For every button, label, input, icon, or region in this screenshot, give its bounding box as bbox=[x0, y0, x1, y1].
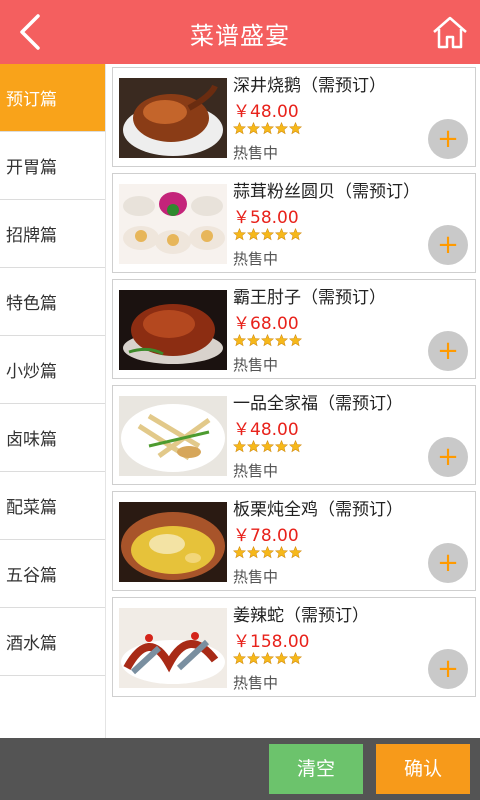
chestnut-chicken-photo bbox=[119, 502, 227, 582]
plus-icon[interactable]: + bbox=[428, 225, 468, 265]
rating-stars bbox=[233, 440, 302, 456]
dish-card[interactable]: 板栗炖全鸡（需预订） ￥78.00 热售中 + bbox=[112, 491, 476, 591]
dish-card[interactable]: 蒜茸粉丝圆贝（需预订） ￥58.00 热售中 + bbox=[112, 173, 476, 273]
plus-icon[interactable]: + bbox=[428, 543, 468, 583]
plus-icon[interactable]: + bbox=[428, 649, 468, 689]
star-icon bbox=[261, 122, 274, 135]
dish-price: ￥68.00 bbox=[233, 314, 299, 334]
star-icon bbox=[261, 546, 274, 559]
rating-stars bbox=[233, 546, 302, 562]
star-icon bbox=[247, 228, 260, 241]
star-icon bbox=[247, 440, 260, 453]
dish-card[interactable]: 一品全家福（需预订） ￥48.00 热售中 + bbox=[112, 385, 476, 485]
dish-name: 霸王肘子（需预订） bbox=[233, 288, 386, 308]
star-icon bbox=[261, 334, 274, 347]
plus-icon[interactable]: + bbox=[428, 119, 468, 159]
rating-stars bbox=[233, 652, 302, 668]
star-icon bbox=[261, 440, 274, 453]
sidebar-item[interactable]: 五谷篇 bbox=[0, 540, 105, 608]
rating-stars bbox=[233, 122, 302, 138]
page-title: 菜谱盛宴 bbox=[190, 22, 290, 50]
dish-name: 板栗炖全鸡（需预订） bbox=[233, 500, 403, 520]
sidebar-item-label: 预订篇 bbox=[6, 90, 57, 110]
pork-knuckle-photo bbox=[119, 290, 227, 370]
scallops-photo bbox=[119, 184, 227, 264]
star-icon bbox=[275, 652, 288, 665]
ginger-snake-photo bbox=[119, 608, 227, 688]
sidebar-item[interactable]: 配菜篇 bbox=[0, 472, 105, 540]
star-icon bbox=[247, 334, 260, 347]
rating-stars bbox=[233, 228, 302, 244]
rating-stars bbox=[233, 334, 302, 350]
plus-icon[interactable]: + bbox=[428, 437, 468, 477]
star-icon bbox=[233, 122, 246, 135]
dish-name: 深井烧鹅（需预订） bbox=[233, 76, 386, 96]
star-icon bbox=[289, 652, 302, 665]
dish-price: ￥158.00 bbox=[233, 632, 310, 652]
star-icon bbox=[289, 440, 302, 453]
clear-button[interactable]: 清空 bbox=[269, 744, 363, 794]
app-header: 菜谱盛宴 bbox=[0, 0, 480, 64]
star-icon bbox=[275, 546, 288, 559]
star-icon bbox=[275, 122, 288, 135]
sidebar-item[interactable]: 预订篇 bbox=[0, 64, 105, 132]
sidebar-item[interactable]: 卤味篇 bbox=[0, 404, 105, 472]
sidebar-item[interactable]: 小炒篇 bbox=[0, 336, 105, 404]
sale-status: 热售中 bbox=[233, 674, 279, 692]
confirm-button[interactable]: 确认 bbox=[376, 744, 470, 794]
star-icon bbox=[233, 334, 246, 347]
roast-goose-photo bbox=[119, 78, 227, 158]
plus-icon[interactable]: + bbox=[428, 331, 468, 371]
star-icon bbox=[289, 546, 302, 559]
sale-status: 热售中 bbox=[233, 568, 279, 586]
sidebar-item[interactable]: 特色篇 bbox=[0, 268, 105, 336]
star-icon bbox=[233, 546, 246, 559]
dish-price: ￥78.00 bbox=[233, 526, 299, 546]
dish-list: 深井烧鹅（需预订） ￥48.00 热售中 + 蒜茸粉丝圆贝（需预订） ￥58.00 热售中 +… bbox=[106, 64, 480, 738]
star-icon bbox=[275, 228, 288, 241]
star-icon bbox=[275, 440, 288, 453]
sidebar-item-label: 特色篇 bbox=[6, 294, 57, 314]
category-sidebar: 预订篇开胃篇招牌篇特色篇小炒篇卤味篇配菜篇五谷篇酒水篇 bbox=[0, 64, 106, 738]
sidebar-item-label: 小炒篇 bbox=[6, 362, 57, 382]
star-icon bbox=[233, 652, 246, 665]
bottom-bar: 清空 确认 bbox=[0, 738, 480, 800]
sidebar-item-label: 五谷篇 bbox=[6, 566, 57, 586]
dish-card[interactable]: 姜辣蛇（需预订） ￥158.00 热售中 + bbox=[112, 597, 476, 697]
sale-status: 热售中 bbox=[233, 144, 279, 162]
dish-price: ￥48.00 bbox=[233, 420, 299, 440]
star-icon bbox=[289, 122, 302, 135]
sidebar-item[interactable]: 开胃篇 bbox=[0, 132, 105, 200]
star-icon bbox=[289, 334, 302, 347]
sale-status: 热售中 bbox=[233, 250, 279, 268]
star-icon bbox=[247, 652, 260, 665]
star-icon bbox=[247, 546, 260, 559]
sidebar-item-label: 酒水篇 bbox=[6, 634, 57, 654]
family-stew-photo bbox=[119, 396, 227, 476]
dish-price: ￥48.00 bbox=[233, 102, 299, 122]
star-icon bbox=[261, 228, 274, 241]
dish-card[interactable]: 霸王肘子（需预订） ￥68.00 热售中 + bbox=[112, 279, 476, 379]
dish-price: ￥58.00 bbox=[233, 208, 299, 228]
sidebar-item[interactable]: 酒水篇 bbox=[0, 608, 105, 676]
sidebar-item-label: 开胃篇 bbox=[6, 158, 57, 178]
sale-status: 热售中 bbox=[233, 356, 279, 374]
dish-name: 姜辣蛇（需预订） bbox=[233, 606, 369, 626]
sidebar-item-label: 配菜篇 bbox=[6, 498, 57, 518]
star-icon bbox=[233, 440, 246, 453]
star-icon bbox=[247, 122, 260, 135]
home-icon[interactable] bbox=[430, 12, 470, 52]
star-icon bbox=[261, 652, 274, 665]
sidebar-item-label: 卤味篇 bbox=[6, 430, 57, 450]
dish-name: 一品全家福（需预订） bbox=[233, 394, 403, 414]
star-icon bbox=[233, 228, 246, 241]
dish-card[interactable]: 深井烧鹅（需预订） ￥48.00 热售中 + bbox=[112, 67, 476, 167]
star-icon bbox=[275, 334, 288, 347]
dish-name: 蒜茸粉丝圆贝（需预订） bbox=[233, 182, 420, 202]
sidebar-item-label: 招牌篇 bbox=[6, 226, 57, 246]
sale-status: 热售中 bbox=[233, 462, 279, 480]
sidebar-item[interactable]: 招牌篇 bbox=[0, 200, 105, 268]
star-icon bbox=[289, 228, 302, 241]
